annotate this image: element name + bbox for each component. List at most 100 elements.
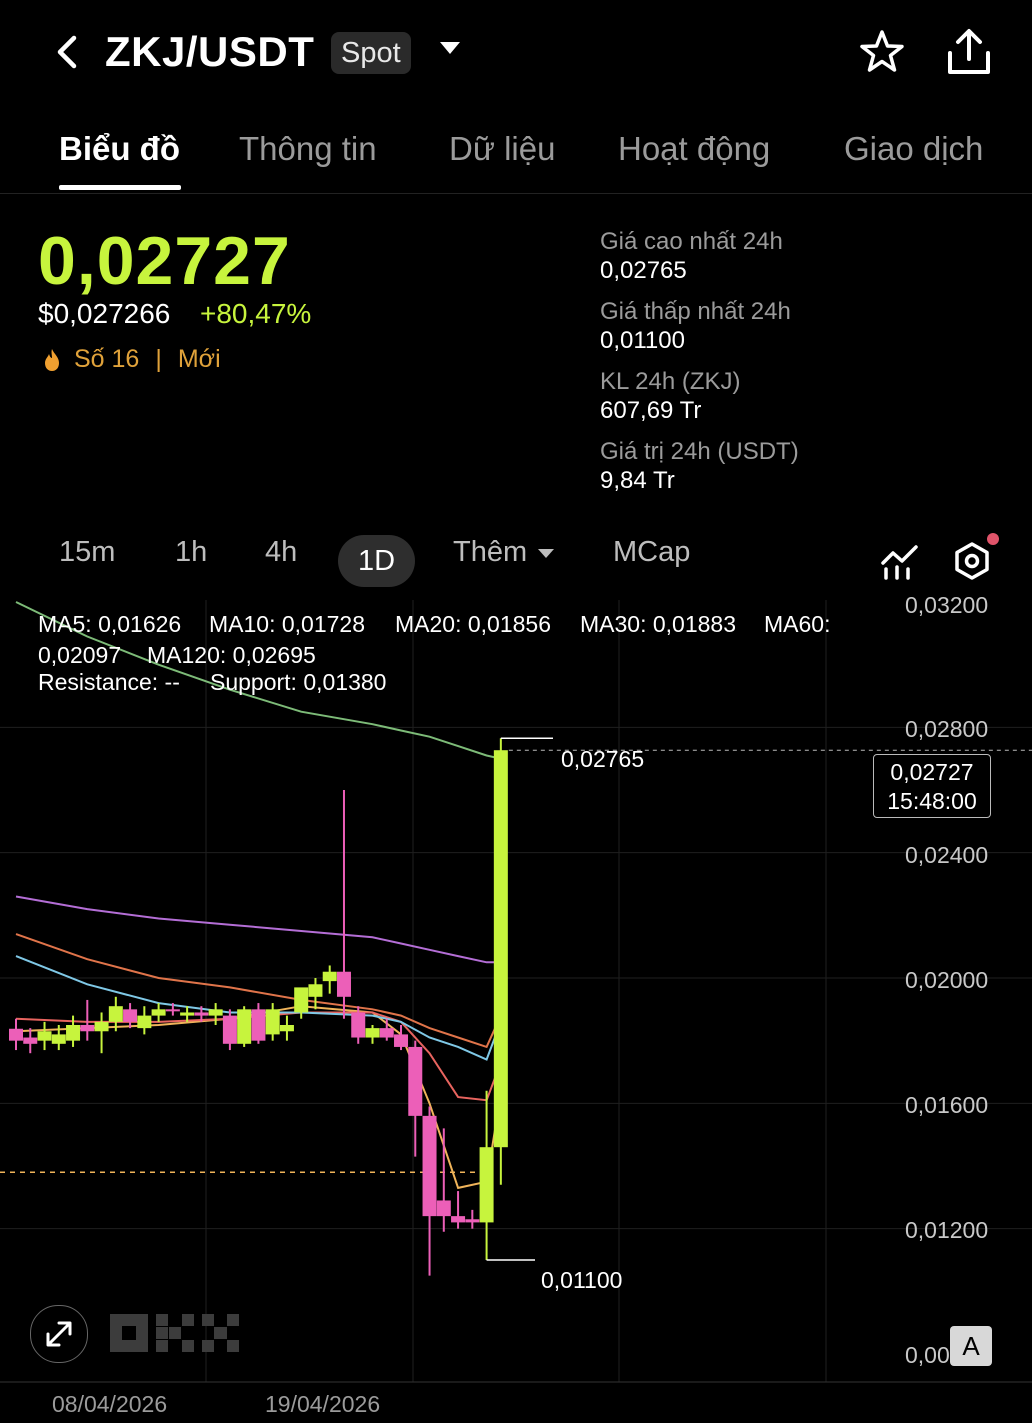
high-marker-label: 0,02765	[561, 746, 645, 772]
candle-body	[66, 1025, 81, 1041]
tab-activity[interactable]: Hoạt động	[618, 130, 770, 168]
usd-price: $0,027266	[38, 298, 171, 329]
settings-icon[interactable]	[952, 540, 996, 584]
stat-high-value: 0,02765	[600, 257, 687, 284]
candle-body	[322, 971, 337, 982]
star-icon[interactable]	[858, 28, 906, 76]
tab-trade[interactable]: Giao dịch	[844, 130, 983, 168]
candle-body	[336, 971, 351, 997]
ma5-label: MA5: 0,01626	[38, 611, 182, 637]
x-tick: 08/04/2026	[52, 1391, 168, 1417]
y-tick: 0,02000	[905, 967, 989, 993]
interval-1h[interactable]: 1h	[175, 536, 207, 569]
candle-body	[194, 1012, 209, 1016]
fire-icon	[45, 348, 59, 371]
candle-body	[137, 1015, 152, 1029]
candle-body	[379, 1028, 394, 1038]
candle-body	[80, 1025, 95, 1032]
y-tick: 0,00800	[905, 1342, 949, 1368]
y-tick: 0,02800	[905, 716, 989, 742]
interval-more[interactable]: Thêm	[453, 536, 555, 569]
stat-low-value: 0,01100	[600, 327, 685, 354]
ma-line-ma60	[15, 895, 501, 964]
okx-watermark-logo	[110, 1314, 239, 1352]
candle-body	[265, 1009, 280, 1035]
candle-body	[436, 1200, 451, 1217]
y-tick: 0,01200	[905, 1217, 989, 1243]
interval-more-label: Thêm	[453, 536, 528, 568]
y-tick: 0,03200	[905, 592, 989, 618]
candle-body	[237, 1009, 252, 1044]
candle-body	[479, 1147, 494, 1223]
support-label: Support: 0,01380	[210, 669, 387, 695]
ma120-label: MA120: 0,02695	[147, 642, 316, 668]
stat-high-label: Giá cao nhất 24h	[600, 228, 783, 255]
stat-volume-value: 607,69 Tr	[600, 397, 702, 424]
indicator-chart-icon[interactable]	[880, 543, 920, 581]
auto-scale-button[interactable]: A	[950, 1326, 992, 1366]
candle-body	[251, 1009, 266, 1041]
active-tab-indicator	[59, 185, 181, 190]
candle-body	[279, 1025, 294, 1032]
interval-mcap[interactable]: MCap	[613, 536, 690, 569]
resistance-label: Resistance: --	[38, 669, 180, 695]
interval-4h[interactable]: 4h	[265, 536, 297, 569]
candle-body	[51, 1034, 66, 1044]
interval-15m[interactable]: 15m	[59, 536, 115, 569]
ma60-label: MA60:	[764, 611, 831, 637]
candle-body	[208, 1009, 223, 1016]
y-tick: 0,02400	[905, 842, 989, 868]
candle-body	[151, 1009, 166, 1016]
fullscreen-expand-icon[interactable]	[30, 1305, 88, 1363]
candlestick-chart[interactable]	[0, 600, 1032, 1423]
stat-volume-label: KL 24h (ZKJ)	[600, 368, 741, 395]
back-arrow-icon[interactable]	[48, 30, 88, 74]
low-marker-label: 0,01100	[541, 1267, 623, 1293]
notification-dot	[987, 533, 999, 545]
candle-countdown: 15:48:00	[887, 788, 977, 814]
candle-body	[94, 1021, 109, 1032]
x-tick: 19/04/2026	[265, 1391, 381, 1417]
tab-data[interactable]: Dữ liệu	[449, 130, 555, 168]
interval-1d[interactable]: 1D	[338, 535, 416, 587]
current-price-tag[interactable]: 0,02727 15:48:00	[873, 754, 991, 818]
market-type-badge: Spot	[331, 32, 411, 74]
tab-info[interactable]: Thông tin	[239, 130, 377, 168]
last-price: 0,02727	[38, 223, 291, 299]
candle-body	[365, 1028, 380, 1038]
candle-body	[294, 987, 309, 1013]
candle-body	[23, 1037, 38, 1044]
rank-label[interactable]: Số 16	[74, 345, 139, 374]
candle-body	[351, 1012, 366, 1038]
candle-body	[408, 1046, 423, 1116]
candle-body	[180, 1012, 195, 1016]
candle-body	[308, 984, 323, 997]
candle-body	[108, 1006, 123, 1022]
candle-body	[123, 1009, 138, 1022]
candle-body	[37, 1031, 52, 1041]
pair-title[interactable]: ZKJ/USDT	[105, 28, 314, 76]
stat-turnover-label: Giá trị 24h (USDT)	[600, 438, 799, 465]
ma60-value: 0,02097	[38, 642, 122, 668]
candle-body	[465, 1219, 480, 1223]
caret-down-icon[interactable]	[438, 38, 462, 58]
rank-separator: |	[155, 345, 162, 373]
ma30-label: MA30: 0,01883	[580, 611, 737, 637]
current-price-value: 0,02727	[890, 759, 974, 785]
stat-turnover-value: 9,84 Tr	[600, 467, 675, 494]
top-bar: ZKJ/USDT Spot	[0, 0, 1032, 110]
candle-body	[451, 1216, 466, 1223]
candle-body	[165, 1009, 180, 1012]
share-icon[interactable]	[944, 26, 994, 78]
y-tick: 0,01600	[905, 1092, 989, 1118]
candle-body	[9, 1028, 23, 1041]
caret-down-icon	[538, 548, 555, 558]
new-tag: Mới	[177, 345, 221, 373]
ma20-label: MA20: 0,01856	[395, 611, 552, 637]
candle-body	[493, 750, 508, 1148]
ma10-label: MA10: 0,01728	[209, 611, 366, 637]
price-change: +80,47%	[200, 298, 312, 329]
tab-chart[interactable]: Biểu đồ	[59, 130, 180, 168]
rank-row: Số 16 | Mới	[40, 345, 221, 374]
candle-body	[422, 1115, 437, 1217]
